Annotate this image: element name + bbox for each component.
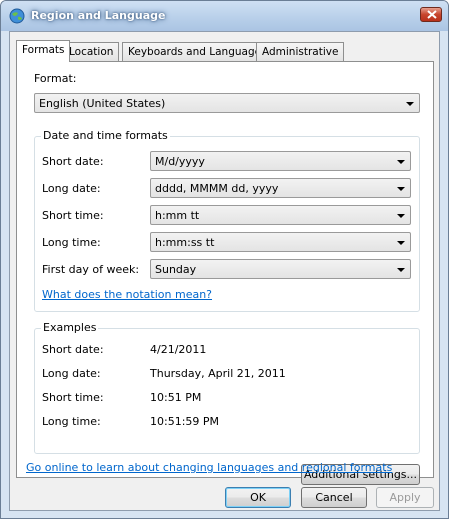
short-time-dropdown[interactable]: h:mm tt (150, 205, 411, 225)
short-date-dropdown[interactable]: M/d/yyyy (150, 151, 411, 171)
title-bar[interactable]: Region and Language (1, 1, 448, 31)
apply-button[interactable]: Apply (376, 487, 434, 508)
long-time-value: h:mm:ss tt (155, 236, 215, 249)
format-label: Format: (34, 72, 77, 85)
window-title: Region and Language (31, 9, 166, 22)
tab-keyboards-and-languages[interactable]: Keyboards and Languages (122, 42, 273, 61)
date-time-formats-group: Date and time formats Short date: M/d/yy… (34, 129, 420, 312)
online-help-link[interactable]: Go online to learn about changing langua… (26, 461, 392, 474)
format-dropdown[interactable]: English (United States) (34, 93, 420, 113)
first-day-of-week-value: Sunday (155, 263, 197, 276)
example-long-time-label: Long time: (42, 415, 101, 428)
close-icon (427, 10, 437, 19)
chevron-down-icon (397, 187, 405, 191)
ok-button[interactable]: OK (225, 487, 291, 508)
cancel-button[interactable]: Cancel (301, 487, 367, 508)
examples-title: Examples (41, 321, 99, 334)
notation-link[interactable]: What does the notation mean? (42, 288, 212, 301)
long-time-label: Long time: (42, 236, 101, 249)
long-time-dropdown[interactable]: h:mm:ss tt (150, 232, 411, 252)
dialog-window: Region and Language Formats Location Key… (0, 0, 449, 519)
globe-icon (9, 8, 25, 24)
long-date-label: Long date: (42, 182, 101, 195)
example-long-date-label: Long date: (42, 367, 101, 380)
tab-administrative[interactable]: Administrative (256, 42, 345, 61)
first-day-of-week-label: First day of week: (42, 263, 140, 276)
chevron-down-icon (406, 102, 414, 106)
chevron-down-icon (397, 268, 405, 272)
example-short-time-label: Short time: (42, 391, 104, 404)
dialog-body: Formats Location Keyboards and Languages… (9, 31, 440, 511)
close-button[interactable] (420, 7, 442, 22)
chevron-down-icon (397, 160, 405, 164)
example-short-date-value: 4/21/2011 (150, 343, 207, 356)
long-date-dropdown[interactable]: dddd, MMMM dd, yyyy (150, 178, 411, 198)
tab-location[interactable]: Location (63, 42, 120, 61)
chevron-down-icon (397, 241, 405, 245)
example-long-date-value: Thursday, April 21, 2011 (150, 367, 286, 380)
long-date-value: dddd, MMMM dd, yyyy (155, 182, 279, 195)
examples-group: Examples Short date: 4/21/2011 Long date… (34, 321, 420, 454)
example-short-date-label: Short date: (42, 343, 104, 356)
short-time-label: Short time: (42, 209, 104, 222)
chevron-down-icon (397, 214, 405, 218)
format-value: English (United States) (39, 97, 166, 110)
short-date-value: M/d/yyyy (155, 155, 205, 168)
example-short-time-value: 10:51 PM (150, 391, 202, 404)
formats-panel: Format: English (United States) Date and… (16, 61, 434, 485)
short-date-label: Short date: (42, 155, 104, 168)
first-day-of-week-dropdown[interactable]: Sunday (150, 259, 411, 279)
date-time-formats-title: Date and time formats (41, 129, 170, 142)
short-time-value: h:mm tt (155, 209, 200, 222)
tab-formats[interactable]: Formats (16, 40, 71, 62)
example-long-time-value: 10:51:59 PM (150, 415, 220, 428)
